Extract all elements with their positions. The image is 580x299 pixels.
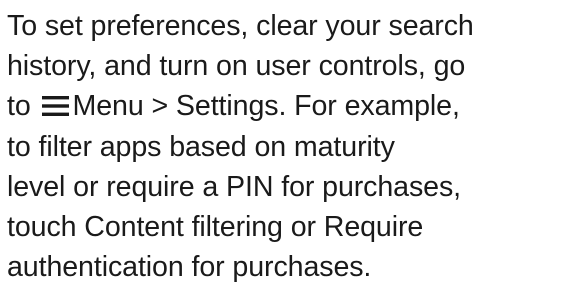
hamburger-menu-icon [41,96,69,117]
text-line: authentication for purchases. [7,251,372,284]
text-line-with-icon: to Menu > Settings. For example, [7,86,579,126]
text-segment: Menu > Settings. For example, [72,90,460,123]
text-line: to filter apps based on maturity [7,130,395,163]
text-line: To set preferences, clear your search [7,10,474,42]
text-line: level or require a PIN for purchases, [7,170,462,203]
instruction-paragraph: To set preferences, clear your search hi… [7,6,579,287]
text-segment: to [7,90,31,123]
text-line: history, and turn on user controls, go [7,50,466,83]
text-line: touch Content filtering or Require [7,211,424,244]
